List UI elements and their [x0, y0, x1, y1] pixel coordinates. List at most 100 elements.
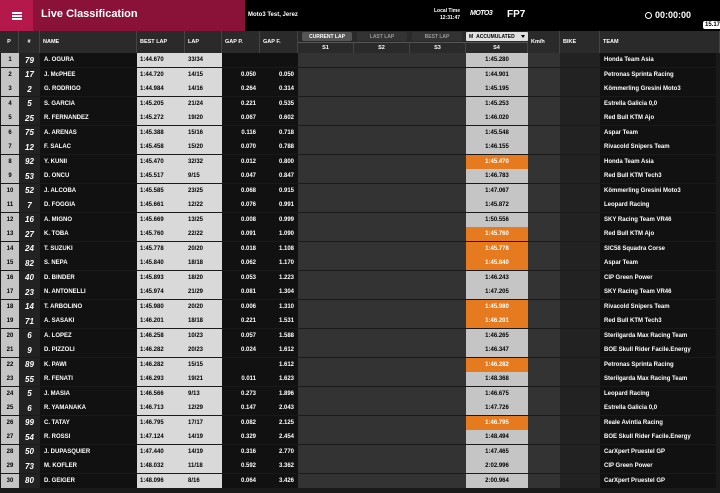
table-row[interactable]: 7 12 F. SALAC 1:45.458 15/20 0.070 0.788 1:46.1…: [0, 140, 720, 155]
rider-number-cell: 52: [19, 183, 40, 198]
mode-select[interactable]: M ACCUMULATED: [466, 32, 528, 41]
sector-header-s1: S1: [298, 42, 354, 53]
table-row[interactable]: 27 54 R. ROSSI 1:47.124 14/19 0.329 2.454 1:48.…: [0, 430, 720, 445]
gap-previous-cell: 0.006: [222, 299, 260, 314]
team-cell: Sterilgarda Max Racing Team: [600, 328, 716, 343]
table-row[interactable]: 12 16 A. MIGNO 1:45.669 13/25 0.008 0.999 1:50.…: [0, 212, 720, 228]
gap-first-cell: 2.454: [260, 430, 298, 444]
bike-cell: [560, 227, 600, 241]
speed-cell: [528, 343, 560, 357]
rider-name-cell: K. TOBA: [40, 227, 137, 241]
table-row[interactable]: 9 53 D. ONCU 1:45.517 9/15 0.047 0.847 1:46.783…: [0, 169, 720, 184]
position-cell: 23: [1, 372, 19, 386]
rider-name-cell: S. NEPA: [40, 256, 137, 270]
gap-first-cell: 2.043: [260, 401, 298, 415]
sector-3-cell: [410, 372, 466, 386]
gap-previous-cell: 0.081: [222, 285, 260, 299]
hamburger-menu-button[interactable]: [0, 0, 33, 31]
bike-cell: [560, 386, 600, 401]
table-row[interactable]: 17 23 N. ANTONELLI 1:45.974 21/29 0.081 1.304 1…: [0, 285, 720, 300]
table-row[interactable]: 3 2 G. RODRIGO 1:44.984 14/16 0.264 0.314 1:45.…: [0, 82, 720, 97]
table-row[interactable]: 26 99 C. TATAY 1:46.795 17/17 0.082 2.125 1:46.…: [0, 415, 720, 431]
rider-name-cell: N. ANTONELLI: [40, 285, 137, 299]
table-row[interactable]: 21 9 D. PIZZOLI 1:46.282 20/23 0.024 1.612 1:46…: [0, 343, 720, 358]
table-row[interactable]: 2 17 J. McPHEE 1:44.720 14/15 0.050 0.050 1:44.…: [0, 67, 720, 83]
sector-3-cell: [410, 198, 466, 212]
speed-cell: [528, 183, 560, 198]
position-cell: 8: [1, 154, 19, 169]
gap-previous-cell: 0.221: [222, 314, 260, 328]
sector-3-cell: [410, 401, 466, 415]
bike-cell: [560, 415, 600, 430]
table-row[interactable]: 20 6 A. LOPEZ 1:46.258 10/23 0.057 1.588 1:46.2…: [0, 328, 720, 344]
bike-cell: [560, 169, 600, 183]
table-row[interactable]: 4 5 S. GARCIA 1:45.205 21/24 0.221 0.535 1:45.2…: [0, 96, 720, 112]
sector-4-cell: 2:02.996: [466, 459, 528, 473]
sector-1-cell: [298, 212, 354, 227]
lap-cell: 12/22: [185, 198, 222, 212]
table-row[interactable]: 13 27 K. TOBA 1:45.760 22/22 0.091 1.090 1:45.7…: [0, 227, 720, 242]
sector-4-cell: 1:46.243: [466, 270, 528, 285]
col-header-kmh: Km/h: [528, 31, 560, 53]
lap-cell: 19/20: [185, 111, 222, 125]
sector-1-cell: [298, 67, 354, 82]
sector-4-cell: 1:46.155: [466, 140, 528, 154]
speed-cell: [528, 96, 560, 111]
best-lap-cell: 1:45.517: [137, 169, 185, 183]
table-row[interactable]: 22 89 K. PAWI 1:46.282 15/15 1.612 1:46.282 Pet…: [0, 357, 720, 373]
table-row[interactable]: 18 14 T. ARBOLINO 1:45.980 20/20 0.006 1.310 1:…: [0, 299, 720, 315]
table-row[interactable]: 5 25 R. FERNANDEZ 1:45.272 19/20 0.067 0.602 1:…: [0, 111, 720, 126]
table-row[interactable]: 16 40 D. BINDER 1:45.893 18/20 0.053 1.223 1:46…: [0, 270, 720, 286]
position-cell: 18: [1, 299, 19, 314]
best-lap-tab[interactable]: BEST LAP: [412, 32, 462, 41]
col-header-lap: LAP: [185, 31, 222, 53]
rider-name-cell: A. LOPEZ: [40, 328, 137, 343]
best-lap-cell: 1:46.282: [137, 343, 185, 357]
rider-name-cell: C. TATAY: [40, 415, 137, 430]
table-row[interactable]: 11 7 D. FOGGIA 1:45.661 12/22 0.076 0.991 1:45.…: [0, 198, 720, 213]
sector-2-cell: [354, 328, 410, 343]
sector-3-cell: [410, 473, 466, 488]
gap-previous-cell: 0.018: [222, 241, 260, 256]
table-row[interactable]: 29 73 M. KOFLER 1:48.032 11/18 0.592 3.362 2:02…: [0, 459, 720, 474]
lap-cell: 9/15: [185, 169, 222, 183]
sector-4-cell: 1:46.675: [466, 386, 528, 401]
position-cell: 11: [1, 198, 19, 212]
speed-cell: [528, 473, 560, 488]
gap-previous-cell: 0.316: [222, 444, 260, 459]
current-lap-tab[interactable]: CURRENT LAP: [302, 32, 352, 41]
sector-2-cell: [354, 256, 410, 270]
table-row[interactable]: 14 24 T. SUZUKI 1:45.778 20/20 0.018 1.108 1:45…: [0, 241, 720, 257]
bike-cell: [560, 314, 600, 328]
table-row[interactable]: 10 52 J. ALCOBA 1:45.585 23/25 0.068 0.915 1:47…: [0, 183, 720, 199]
table-row[interactable]: 15 82 S. NEPA 1:45.840 18/18 0.062 1.170 1:45.8…: [0, 256, 720, 271]
sector-3-cell: [410, 299, 466, 314]
sector-header-s3: S3: [410, 42, 466, 53]
table-row[interactable]: 25 6 R. YAMANAKA 1:46.713 12/29 0.147 2.043 1:4…: [0, 401, 720, 416]
table-row[interactable]: 8 92 Y. KUNII 1:45.470 32/32 0.012 0.800 1:45.4…: [0, 154, 720, 170]
speed-cell: [528, 401, 560, 415]
classification-table: 1 79 A. OGURA 1:44.670 33/34 1:45.280 Honda Te…: [0, 53, 720, 488]
gap-previous-cell: 0.116: [222, 125, 260, 140]
gap-previous-cell: 0.147: [222, 401, 260, 415]
table-row[interactable]: 28 50 J. DUPASQUIER 1:47.440 14/19 0.316 2.770…: [0, 444, 720, 460]
table-row[interactable]: 6 75 A. ARENAS 1:45.388 15/16 0.116 0.718 1:45.…: [0, 125, 720, 141]
table-row[interactable]: 1 79 A. OGURA 1:44.670 33/34 1:45.280 Honda Te…: [0, 53, 720, 68]
position-cell: 2: [1, 67, 19, 82]
table-row[interactable]: 19 71 A. SASAKI 1:46.201 18/18 0.221 1.531 1:46…: [0, 314, 720, 329]
speed-cell: [528, 270, 560, 285]
table-row[interactable]: 23 55 R. FENATI 1:46.293 19/21 0.011 1.623 1:48…: [0, 372, 720, 387]
table-row[interactable]: 30 80 D. GEIGER 1:48.096 8/16 0.064 3.426 2:00.…: [0, 473, 720, 489]
speed-cell: [528, 111, 560, 125]
rider-number-cell: 16: [19, 212, 40, 227]
team-cell: Aspar Team: [600, 256, 716, 270]
sector-4-cell: 1:45.980: [466, 299, 528, 314]
position-cell: 12: [1, 212, 19, 227]
last-lap-tab[interactable]: LAST LAP: [357, 32, 407, 41]
rider-number-cell: 75: [19, 125, 40, 140]
top-bar: Live Classification Moto3 Test, Jerez Lo…: [0, 0, 720, 31]
table-row[interactable]: 24 5 J. MASIA 1:46.566 9/13 0.273 1.896 1:46.67…: [0, 386, 720, 402]
sector-1-cell: [298, 154, 354, 169]
sector-3-cell: [410, 415, 466, 430]
best-lap-cell: 1:45.669: [137, 212, 185, 227]
